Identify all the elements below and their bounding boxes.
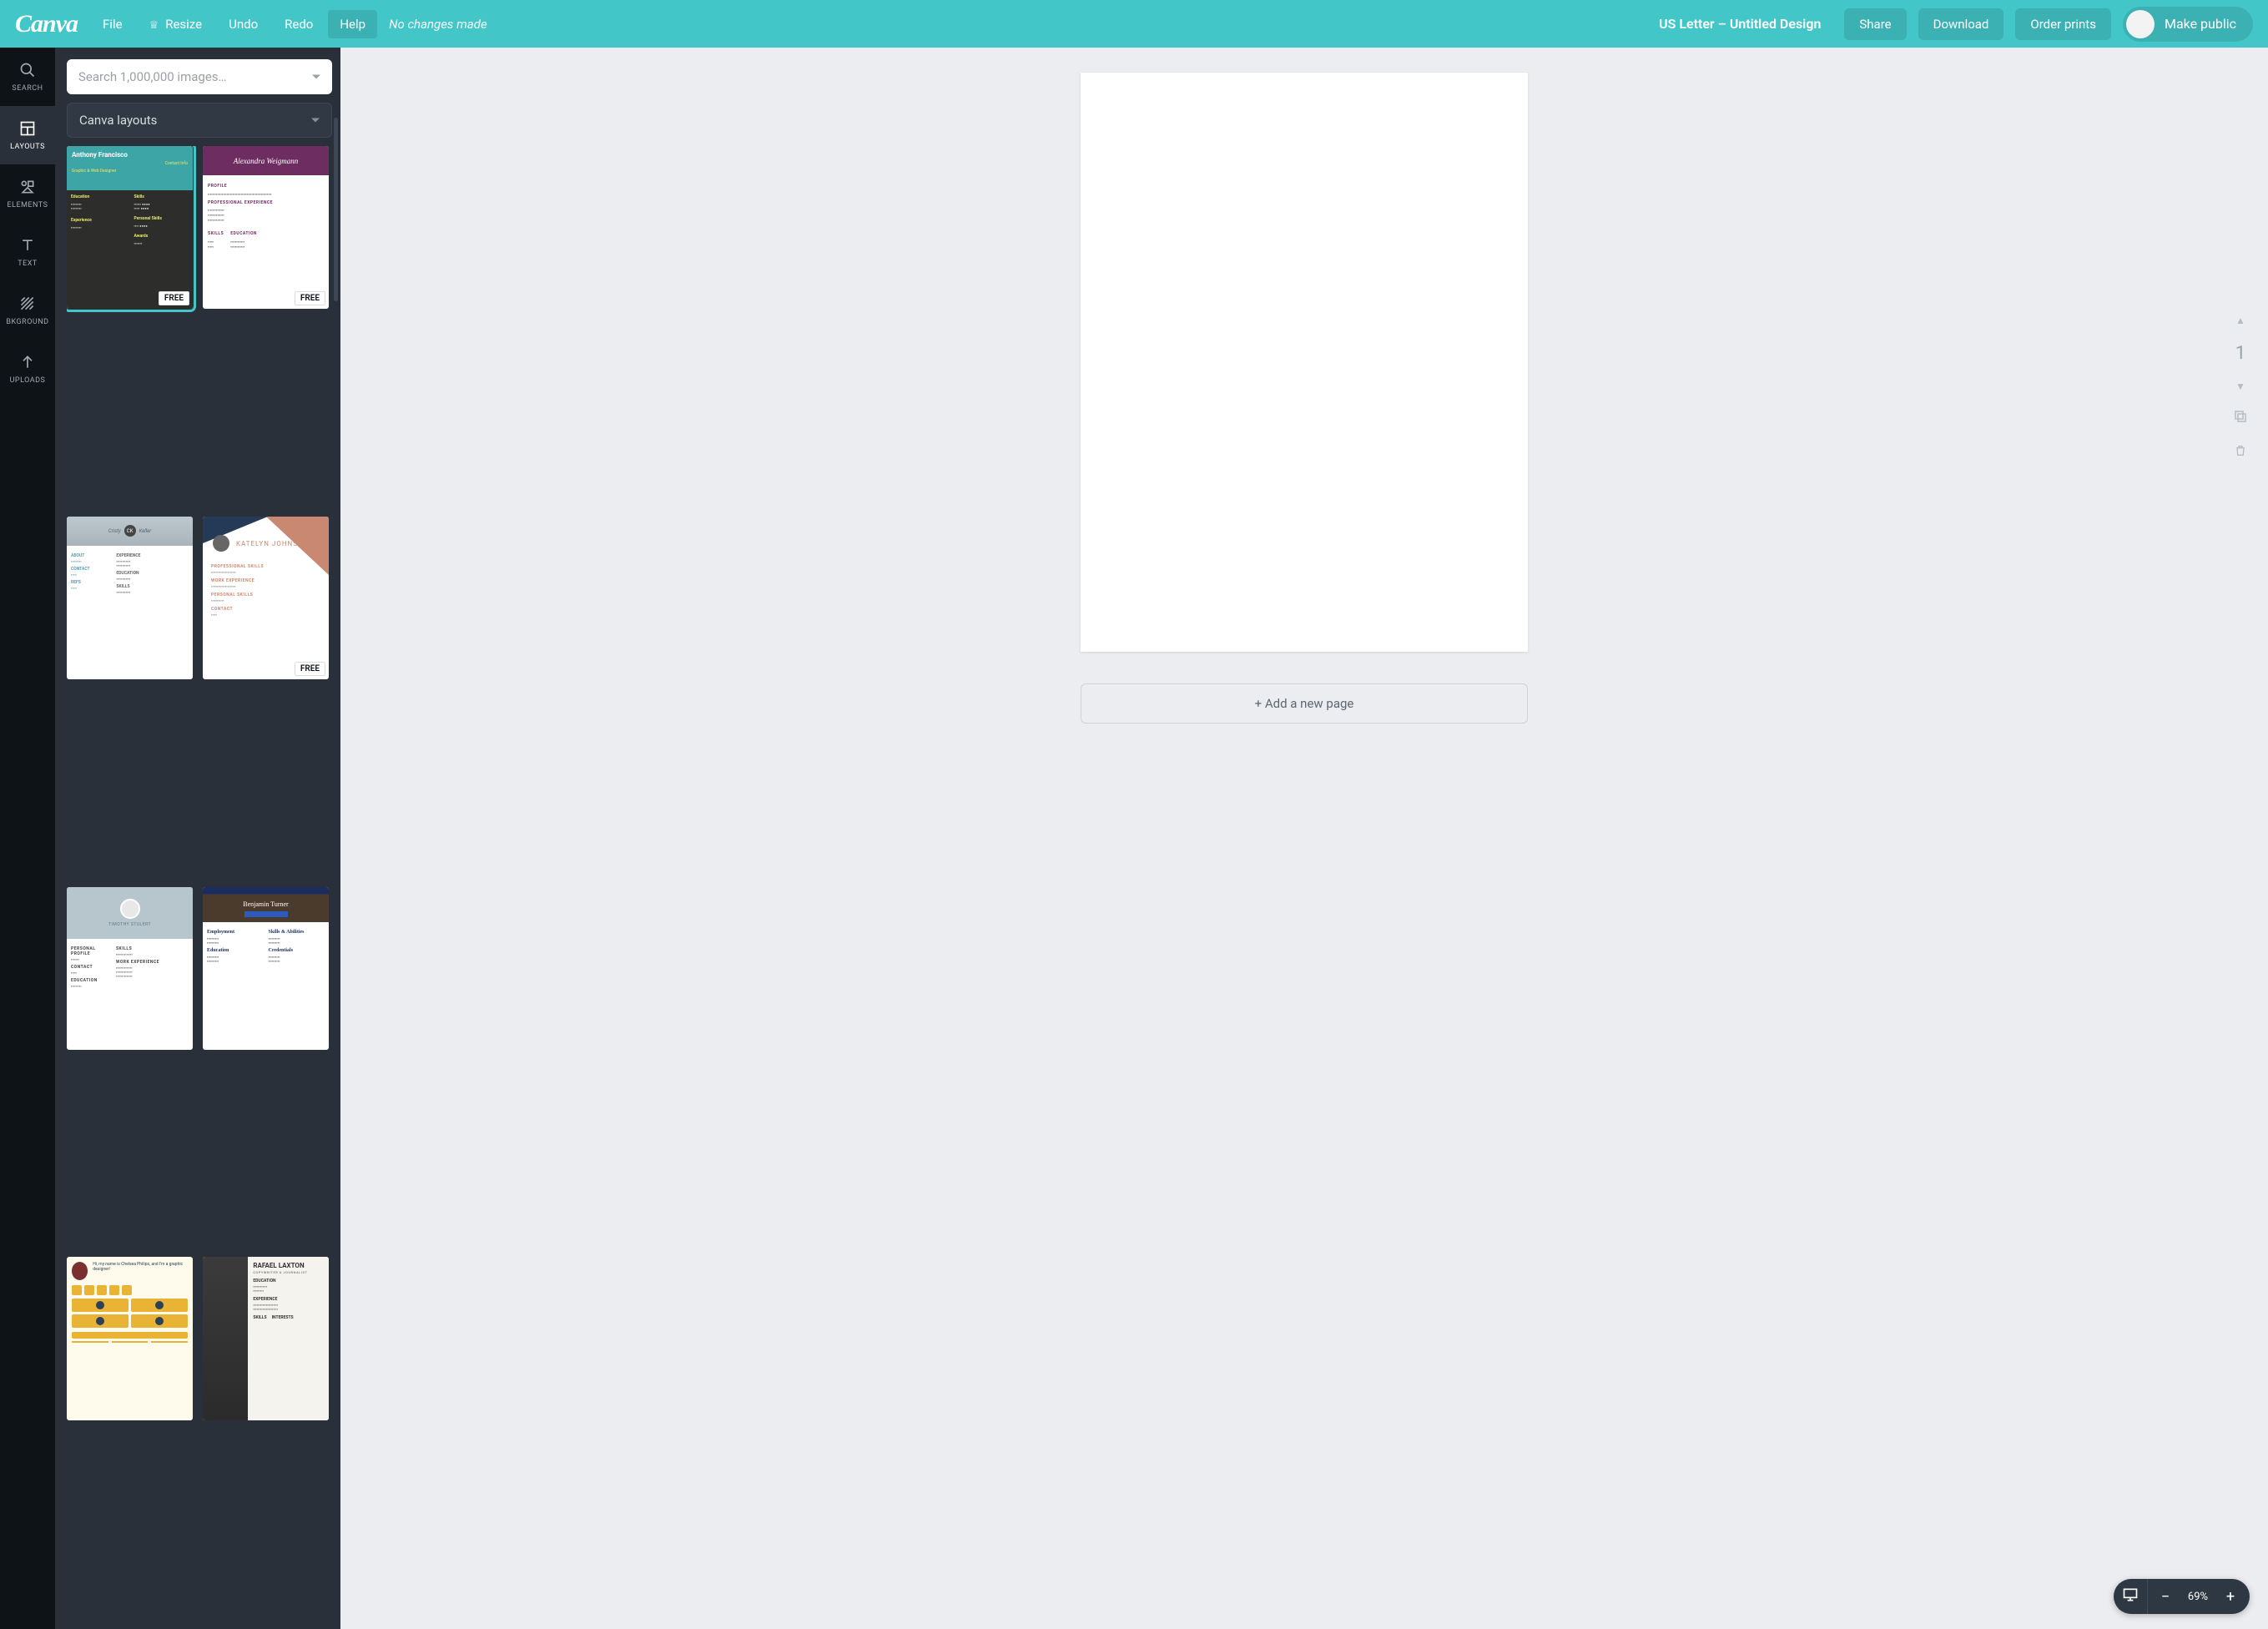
make-public-label: Make public xyxy=(2165,16,2236,32)
template-card[interactable]: Benjamin Turner Employment▪▪▪▪▪▪▪▪▪▪▪▪▪▪… xyxy=(203,887,329,1050)
layouts-select[interactable]: Canva layouts xyxy=(67,103,332,138)
menu-help[interactable]: Help xyxy=(328,10,377,38)
rail-search[interactable]: SEARCH xyxy=(0,48,55,106)
menu-undo[interactable]: Undo xyxy=(217,10,270,38)
presentation-icon[interactable] xyxy=(2122,1586,2139,1606)
avatar xyxy=(2126,10,2155,38)
zoom-value[interactable]: 69% xyxy=(2185,1591,2211,1603)
templates-grid[interactable]: Anthony Francisco Contact Info Graphic &… xyxy=(67,146,332,1617)
panel-scrollbar[interactable] xyxy=(334,118,338,301)
canvas-area[interactable]: + Add a new page ▲ 1 ▼ − 6 xyxy=(340,48,2268,1629)
template-card[interactable]: RAFAEL LAXTON COPYWRITER & JOURNALIST ED… xyxy=(203,1257,329,1420)
add-page-button[interactable]: + Add a new page xyxy=(1081,683,1528,724)
menu-redo[interactable]: Redo xyxy=(273,10,325,38)
template-title: Anthony Francisco xyxy=(72,151,128,159)
template-card[interactable]: TIMOTHY STULERT PERSONAL PROFILE▪▪▪▪▪▪▪C… xyxy=(67,887,193,1050)
background-icon xyxy=(18,295,37,313)
make-public-button[interactable]: Make public xyxy=(2123,7,2253,42)
order-prints-button[interactable]: Order prints xyxy=(2015,8,2111,40)
rail-elements-label: ELEMENTS xyxy=(8,201,48,209)
menu-resize-label: Resize xyxy=(165,17,202,32)
rail-text[interactable]: TEXT xyxy=(0,223,55,281)
rail-elements[interactable]: ELEMENTS xyxy=(0,164,55,223)
delete-page-icon[interactable] xyxy=(2234,444,2247,461)
page[interactable] xyxy=(1081,73,1528,652)
template-title: Alexandra Weigmann xyxy=(234,157,298,165)
free-badge: FREE xyxy=(295,662,325,676)
template-title: Benjamin Turner xyxy=(243,900,288,908)
layouts-select-label: Canva layouts xyxy=(79,113,157,128)
topbar: Canva File Resize Undo Redo Help No chan… xyxy=(0,0,2268,48)
page-up-icon[interactable]: ▲ xyxy=(2235,315,2245,326)
template-title: TIMOTHY STULERT xyxy=(108,922,151,927)
rail-search-label: SEARCH xyxy=(12,84,43,93)
upload-icon xyxy=(18,353,37,371)
rail-uploads-label: UPLOADS xyxy=(10,376,46,385)
text-icon xyxy=(18,236,37,255)
template-title: KATELYN JOHNSON xyxy=(236,540,309,547)
page-number: 1 xyxy=(2235,343,2245,364)
template-card[interactable]: KATELYN JOHNSON PROFESSIONAL SKILLS▪▪▪▪▪… xyxy=(203,517,329,679)
layouts-panel: Search 1,000,000 images… Canva layouts A… xyxy=(55,48,340,1629)
template-card[interactable]: CristyCKKeller ABOUT▪▪▪▪▪▪▪▪▪CONTACT▪▪▪▪… xyxy=(67,517,193,679)
changes-status: No changes made xyxy=(389,17,487,32)
rail-layouts-label: LAYOUTS xyxy=(10,143,45,151)
left-rail: SEARCH LAYOUTS ELEMENTS TEXT xyxy=(0,48,55,1629)
search-input[interactable]: Search 1,000,000 images… xyxy=(67,59,332,94)
canva-logo[interactable]: Canva xyxy=(15,10,78,38)
share-button[interactable]: Share xyxy=(1844,8,1906,40)
page-down-icon[interactable]: ▼ xyxy=(2235,381,2245,392)
elements-icon xyxy=(18,178,37,196)
rail-layouts[interactable]: LAYOUTS xyxy=(0,106,55,164)
document-title[interactable]: US Letter – Untitled Design xyxy=(1659,16,1821,32)
layouts-icon xyxy=(18,119,37,138)
rail-text-label: TEXT xyxy=(18,260,38,268)
rail-background-label: BKGROUND xyxy=(6,318,48,326)
free-badge: FREE xyxy=(295,291,325,305)
rail-background[interactable]: BKGROUND xyxy=(0,281,55,340)
free-badge: FREE xyxy=(159,291,189,305)
search-placeholder: Search 1,000,000 images… xyxy=(78,69,227,84)
page-side-controls: ▲ 1 ▼ xyxy=(2233,315,2248,461)
download-button[interactable]: Download xyxy=(1918,8,2004,40)
duplicate-page-icon[interactable] xyxy=(2233,409,2248,427)
template-card[interactable]: Anthony Francisco Contact Info Graphic &… xyxy=(67,146,193,309)
menu-resize[interactable]: Resize xyxy=(138,10,214,38)
search-icon xyxy=(18,61,37,79)
template-card[interactable]: Hi, my name is Chelsea Philips, and I'm … xyxy=(67,1257,193,1420)
template-card[interactable]: Alexandra Weigmann PROFILE▪▪▪▪▪▪▪▪▪▪▪▪▪▪… xyxy=(203,146,329,309)
template-title: Hi, my name is Chelsea Philips, and I'm … xyxy=(93,1262,188,1280)
rail-uploads[interactable]: UPLOADS xyxy=(0,340,55,398)
zoom-out-button[interactable]: − xyxy=(2158,1588,2173,1606)
zoom-in-button[interactable]: + xyxy=(2223,1588,2238,1606)
crown-icon xyxy=(149,17,161,32)
zoom-control: − 69% + xyxy=(2114,1579,2250,1614)
template-title: RAFAEL LAXTON xyxy=(253,1262,324,1269)
menu-file[interactable]: File xyxy=(91,10,134,38)
